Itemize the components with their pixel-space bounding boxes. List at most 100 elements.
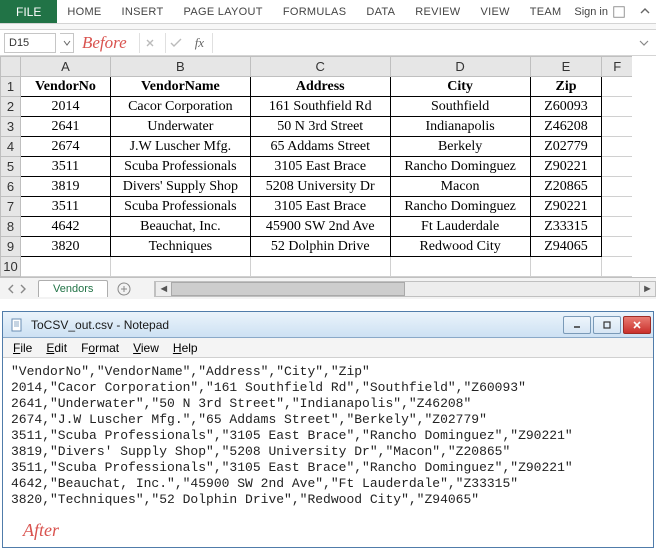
cell[interactable]: J.W Luscher Mfg. bbox=[110, 137, 250, 157]
cell[interactable]: Address bbox=[250, 77, 390, 97]
cell[interactable] bbox=[250, 257, 390, 277]
cell[interactable]: Z33315 bbox=[530, 217, 602, 237]
tab-formulas[interactable]: FORMULAS bbox=[273, 0, 357, 23]
cell[interactable]: VendorName bbox=[110, 77, 250, 97]
cell[interactable]: 161 Southfield Rd bbox=[250, 97, 390, 117]
cell[interactable]: Z20865 bbox=[530, 177, 602, 197]
sign-in-link[interactable]: Sign in bbox=[574, 0, 634, 23]
minimize-button[interactable] bbox=[563, 316, 591, 334]
row-header[interactable]: 3 bbox=[1, 117, 21, 137]
cell[interactable] bbox=[20, 257, 110, 277]
cell[interactable]: Macon bbox=[390, 177, 530, 197]
cell[interactable]: Z60093 bbox=[530, 97, 602, 117]
row-header[interactable]: 8 bbox=[1, 217, 21, 237]
cell[interactable]: 50 N 3rd Street bbox=[250, 117, 390, 137]
notepad-text-area[interactable]: "VendorNo","VendorName","Address","City"… bbox=[3, 358, 653, 518]
tab-insert[interactable]: INSERT bbox=[112, 0, 174, 23]
cell[interactable]: 3105 East Brace bbox=[250, 157, 390, 177]
cell[interactable]: Z90221 bbox=[530, 157, 602, 177]
cell[interactable] bbox=[602, 177, 632, 197]
notepad-titlebar[interactable]: ToCSV_out.csv - Notepad bbox=[3, 312, 653, 338]
col-header-f[interactable]: F bbox=[602, 57, 632, 77]
cell[interactable] bbox=[602, 137, 632, 157]
cell[interactable]: 3511 bbox=[20, 157, 110, 177]
cell[interactable]: 65 Addams Street bbox=[250, 137, 390, 157]
cell[interactable]: Redwood City bbox=[390, 237, 530, 257]
tab-team[interactable]: TEAM bbox=[520, 0, 572, 23]
cell[interactable] bbox=[602, 197, 632, 217]
cell[interactable]: City bbox=[390, 77, 530, 97]
cell[interactable]: Southfield bbox=[390, 97, 530, 117]
add-sheet-button[interactable] bbox=[114, 279, 134, 299]
cell[interactable]: VendorNo bbox=[20, 77, 110, 97]
name-box[interactable]: D15 bbox=[4, 33, 56, 53]
cell[interactable]: 2014 bbox=[20, 97, 110, 117]
cell[interactable]: Techniques bbox=[110, 237, 250, 257]
close-button[interactable] bbox=[623, 316, 651, 334]
cell[interactable]: Rancho Dominguez bbox=[390, 197, 530, 217]
cell[interactable] bbox=[602, 217, 632, 237]
row-header[interactable]: 10 bbox=[1, 257, 21, 277]
cell[interactable]: 4642 bbox=[20, 217, 110, 237]
formula-expand-icon[interactable] bbox=[636, 38, 652, 48]
select-all-corner[interactable] bbox=[1, 57, 21, 77]
scroll-left-button[interactable]: ◄ bbox=[155, 282, 171, 296]
cell[interactable]: 5208 University Dr bbox=[250, 177, 390, 197]
enter-formula-icon[interactable] bbox=[165, 33, 187, 53]
cell[interactable]: Berkely bbox=[390, 137, 530, 157]
cell[interactable]: Z46208 bbox=[530, 117, 602, 137]
menu-help[interactable]: Help bbox=[167, 340, 204, 356]
cell[interactable]: Beauchat, Inc. bbox=[110, 217, 250, 237]
cell[interactable]: Underwater bbox=[110, 117, 250, 137]
formula-input[interactable] bbox=[212, 33, 632, 53]
cancel-formula-icon[interactable] bbox=[139, 33, 161, 53]
cell[interactable]: Z02779 bbox=[530, 137, 602, 157]
horizontal-scrollbar[interactable]: ◄ ► bbox=[154, 281, 656, 297]
cell[interactable]: Scuba Professionals bbox=[110, 157, 250, 177]
row-header[interactable]: 9 bbox=[1, 237, 21, 257]
file-tab[interactable]: FILE bbox=[0, 0, 57, 23]
cell[interactable]: 3105 East Brace bbox=[250, 197, 390, 217]
cell[interactable]: 2641 bbox=[20, 117, 110, 137]
cell[interactable]: 45900 SW 2nd Ave bbox=[250, 217, 390, 237]
cell[interactable] bbox=[602, 157, 632, 177]
cell[interactable]: Zip bbox=[530, 77, 602, 97]
tab-review[interactable]: REVIEW bbox=[405, 0, 470, 23]
cell[interactable]: 3820 bbox=[20, 237, 110, 257]
tab-home[interactable]: HOME bbox=[57, 0, 111, 23]
row-header[interactable]: 2 bbox=[1, 97, 21, 117]
menu-view[interactable]: View bbox=[127, 340, 165, 356]
cell[interactable]: Z90221 bbox=[530, 197, 602, 217]
ribbon-collapse-icon[interactable] bbox=[634, 0, 656, 23]
cell[interactable] bbox=[602, 257, 632, 277]
row-header[interactable]: 4 bbox=[1, 137, 21, 157]
cell[interactable] bbox=[602, 77, 632, 97]
scroll-thumb[interactable] bbox=[171, 282, 405, 296]
cell[interactable]: Scuba Professionals bbox=[110, 197, 250, 217]
col-header-e[interactable]: E bbox=[530, 57, 602, 77]
scroll-right-button[interactable]: ► bbox=[639, 282, 655, 296]
cell[interactable]: 3819 bbox=[20, 177, 110, 197]
tab-page-layout[interactable]: PAGE LAYOUT bbox=[174, 0, 273, 23]
sheet-nav[interactable] bbox=[0, 284, 34, 294]
fx-label[interactable]: fx bbox=[191, 35, 208, 51]
col-header-d[interactable]: D bbox=[390, 57, 530, 77]
cell[interactable]: Ft Lauderdale bbox=[390, 217, 530, 237]
cell[interactable] bbox=[602, 117, 632, 137]
cell[interactable] bbox=[602, 237, 632, 257]
row-header[interactable]: 1 bbox=[1, 77, 21, 97]
cell[interactable]: Indianapolis bbox=[390, 117, 530, 137]
menu-edit[interactable]: Edit bbox=[40, 340, 73, 356]
cell[interactable]: Cacor Corporation bbox=[110, 97, 250, 117]
cell[interactable]: 2674 bbox=[20, 137, 110, 157]
cell[interactable] bbox=[390, 257, 530, 277]
cell[interactable]: Rancho Dominguez bbox=[390, 157, 530, 177]
cell[interactable] bbox=[530, 257, 602, 277]
cell[interactable]: 52 Dolphin Drive bbox=[250, 237, 390, 257]
maximize-button[interactable] bbox=[593, 316, 621, 334]
scroll-track[interactable] bbox=[171, 282, 639, 296]
sheet-tab-vendors[interactable]: Vendors bbox=[38, 280, 108, 297]
tab-view[interactable]: VIEW bbox=[470, 0, 519, 23]
col-header-b[interactable]: B bbox=[110, 57, 250, 77]
cell[interactable] bbox=[110, 257, 250, 277]
